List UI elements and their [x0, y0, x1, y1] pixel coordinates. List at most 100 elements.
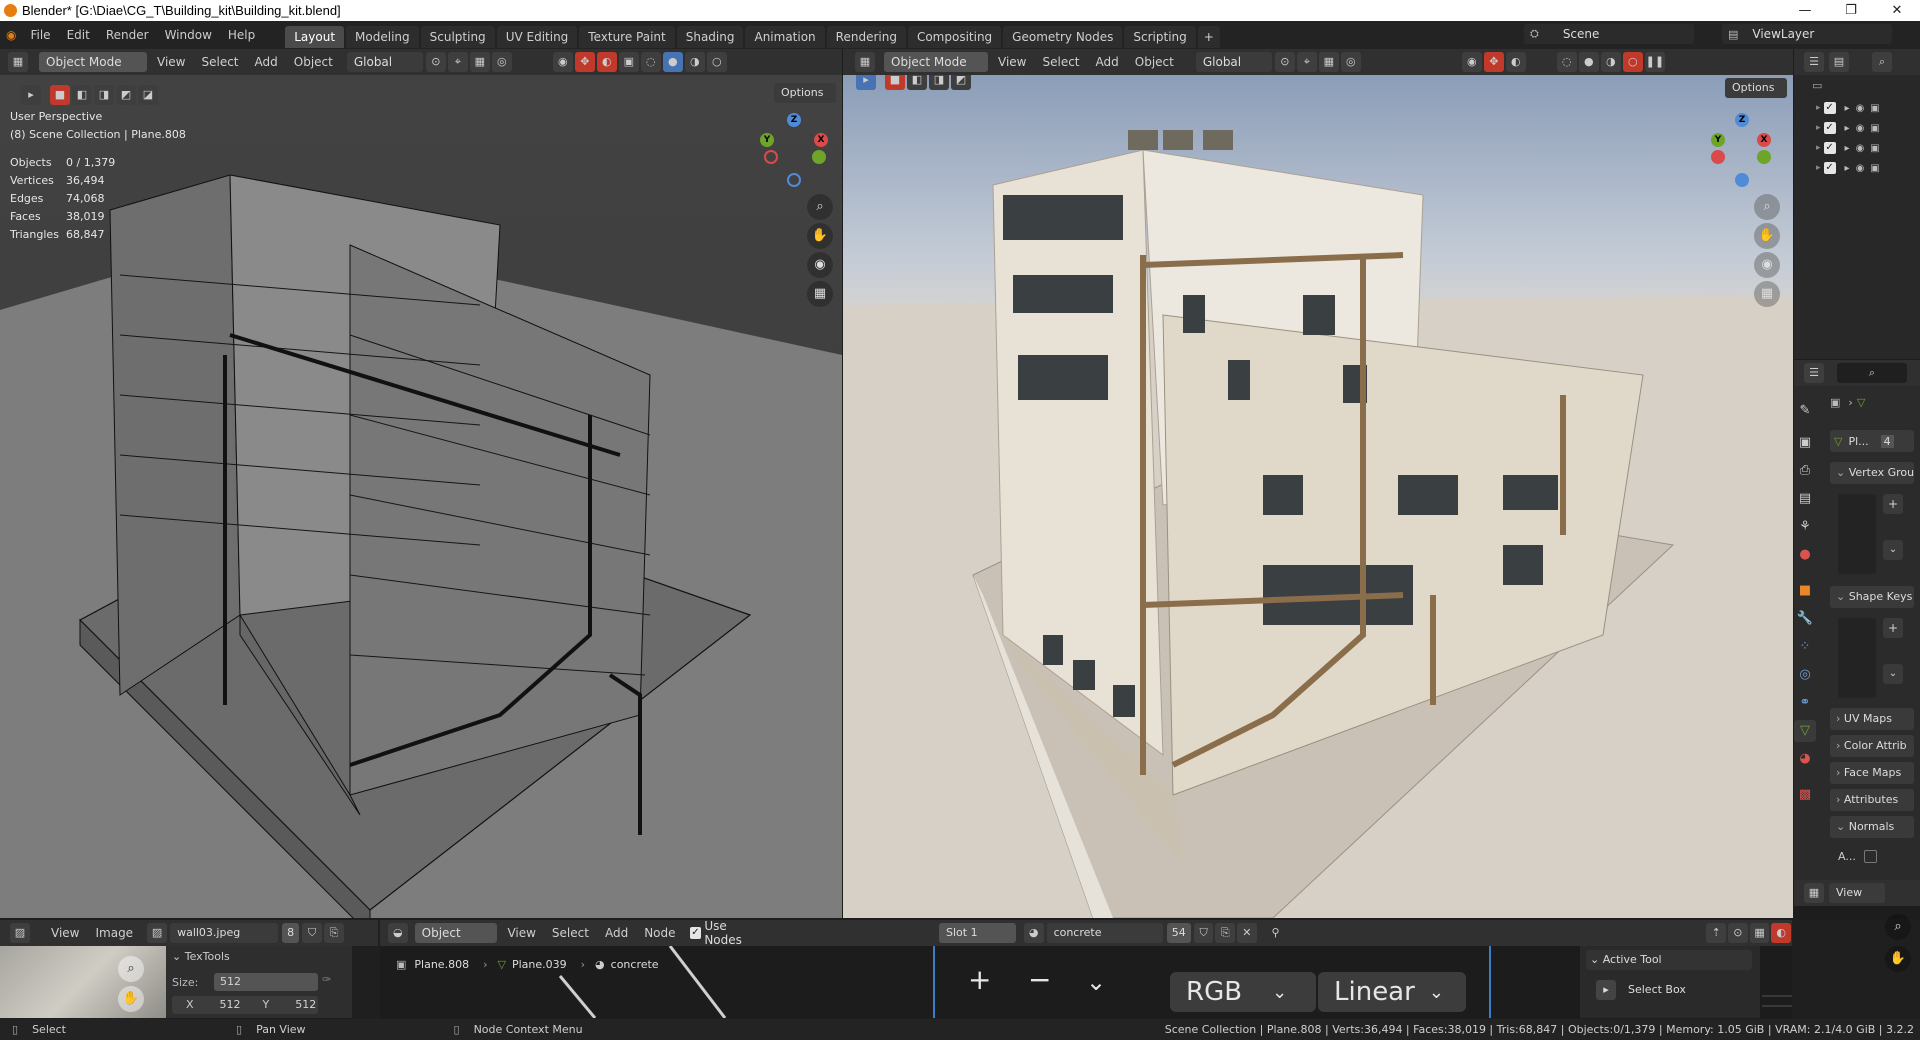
view-layer-tab-icon[interactable]: ▤: [1794, 488, 1816, 510]
outliner-editor-icon[interactable]: ☰: [1804, 52, 1824, 72]
menu-file[interactable]: File: [22, 21, 58, 49]
panel-vertex-groups[interactable]: ⌄ Vertex Grou: [1830, 462, 1914, 484]
image-users-count[interactable]: 8: [282, 923, 300, 943]
texture-tab-icon[interactable]: ▩: [1794, 784, 1816, 806]
wireframe-shading-icon[interactable]: ◌: [640, 52, 661, 72]
collapse-node-icon[interactable]: ⌄: [1086, 968, 1106, 996]
color-space-dropdown[interactable]: RGB ⌄: [1170, 972, 1316, 1012]
shape-keys-list[interactable]: [1838, 618, 1876, 698]
panel-uv-maps[interactable]: › UV Maps: [1830, 708, 1914, 730]
panel-normals[interactable]: ⌄ Normals: [1830, 816, 1914, 838]
use-nodes-checkbox[interactable]: ✓: [689, 927, 702, 939]
object-mode-dropdown[interactable]: Object Mode: [884, 52, 988, 72]
ortho-toggle-icon[interactable]: ▦: [1754, 281, 1780, 307]
active-tool-title[interactable]: ⌄ Active Tool: [1586, 950, 1752, 970]
collection-checkbox[interactable]: ✓: [1823, 102, 1836, 114]
zoom-in-node-icon[interactable]: +: [968, 966, 991, 994]
menu-add[interactable]: Add: [1088, 49, 1127, 75]
x-size-input[interactable]: 512: [220, 996, 241, 1014]
menu-select[interactable]: Select: [193, 49, 246, 75]
tab-compositing[interactable]: Compositing: [907, 25, 1002, 48]
zoom-icon[interactable]: ⌕: [1885, 914, 1911, 940]
close-button[interactable]: ✕: [1874, 0, 1920, 21]
world-tab-icon[interactable]: ●: [1794, 544, 1816, 566]
overlay-icon[interactable]: ◐: [1505, 52, 1526, 72]
visibility-icon[interactable]: ◉: [1461, 52, 1482, 72]
blender-menu-icon[interactable]: ◉: [0, 21, 22, 49]
visibility-icon[interactable]: ◉: [552, 52, 573, 72]
snap-icon[interactable]: ⌖: [447, 52, 468, 72]
pan-hand-icon[interactable]: ✋: [1885, 946, 1911, 972]
zoom-icon[interactable]: ⌕: [118, 956, 144, 982]
material-shading-icon[interactable]: ◑: [1600, 52, 1621, 72]
panel-color-attributes[interactable]: › Color Attrib: [1830, 735, 1914, 757]
tab-layout[interactable]: Layout: [285, 25, 345, 48]
view-dropdown[interactable]: View: [1829, 883, 1885, 903]
camera-view-icon[interactable]: ◉: [1754, 252, 1780, 278]
outliner-row[interactable]: ▸ ✓ ▸ ◉ ▣: [1816, 99, 1880, 117]
gizmo-neg-x[interactable]: [764, 150, 778, 164]
zoom-icon[interactable]: ⌕: [1754, 194, 1780, 220]
gizmo-icon[interactable]: ✥: [1483, 52, 1504, 72]
add-shape-key-button[interactable]: +: [1883, 618, 1903, 638]
select-tool-icon[interactable]: ▸: [856, 75, 876, 90]
menu-add[interactable]: Add: [597, 920, 636, 946]
menu-add[interactable]: Add: [247, 49, 286, 75]
material-shading-icon[interactable]: ◑: [684, 52, 705, 72]
filter-icon[interactable]: ⌕: [1872, 52, 1892, 72]
snap-icon[interactable]: ⌖: [1296, 52, 1317, 72]
xray-icon[interactable]: ▣: [618, 52, 639, 72]
image-name-field[interactable]: wall03.jpeg: [170, 923, 279, 943]
collection-checkbox[interactable]: ✓: [1823, 142, 1836, 154]
material-slot-dropdown[interactable]: Slot 1: [939, 923, 1016, 943]
select-restrict-icon[interactable]: ▸: [1845, 123, 1850, 134]
properties-editor-icon[interactable]: ☰: [1804, 363, 1824, 383]
navigation-gizmo[interactable]: Z Y X: [1707, 113, 1787, 193]
pan-hand-icon[interactable]: ✋: [1754, 223, 1780, 249]
snap-grid-icon[interactable]: ▦: [1318, 52, 1339, 72]
size-dropdown[interactable]: 512: [214, 973, 318, 991]
fake-user-icon[interactable]: ⛉: [1193, 923, 1214, 943]
menu-window[interactable]: Window: [157, 21, 220, 49]
interpolation-dropdown[interactable]: Linear ⌄: [1318, 972, 1466, 1012]
gizmo-neg-z[interactable]: [787, 173, 801, 187]
gizmo-x-axis[interactable]: X: [814, 133, 828, 147]
render-camera-icon[interactable]: ▣: [1870, 103, 1879, 114]
users-count[interactable]: 4: [1880, 434, 1894, 448]
pause-render-icon[interactable]: ❚❚: [1644, 52, 1665, 72]
physics-tab-icon[interactable]: ◎: [1794, 664, 1816, 686]
gizmo-neg-z[interactable]: [1735, 173, 1749, 187]
snap-mode-icon[interactable]: ▦: [1749, 923, 1770, 943]
tab-uv-editing[interactable]: UV Editing: [496, 25, 578, 48]
gizmo-icon[interactable]: ✥: [574, 52, 595, 72]
data-tab-icon[interactable]: ▽: [1794, 720, 1816, 742]
hide-eye-icon[interactable]: ◉: [1856, 163, 1865, 174]
parent-node-tree-icon[interactable]: ⇡: [1706, 923, 1727, 943]
scene-tab-icon[interactable]: ⚘: [1794, 516, 1816, 538]
outliner-row[interactable]: ▸ ✓ ▸ ◉ ▣: [1816, 119, 1880, 137]
vertex-groups-list[interactable]: [1838, 494, 1876, 574]
menu-view[interactable]: View: [149, 49, 193, 75]
add-vertex-group-button[interactable]: +: [1883, 494, 1903, 514]
render-camera-icon[interactable]: ▣: [1870, 123, 1879, 134]
view-layer-selector[interactable]: ▤ ViewLayer: [1722, 24, 1892, 44]
scene-selector[interactable]: ⛭ Scene: [1524, 24, 1694, 44]
gizmo-y-axis[interactable]: Y: [760, 133, 774, 147]
eyedropper-icon[interactable]: ✑: [322, 973, 331, 986]
unlink-material-icon[interactable]: ✕: [1237, 923, 1257, 943]
tab-geometry-nodes[interactable]: Geometry Nodes: [1003, 25, 1123, 48]
image-browse-icon[interactable]: ▨: [147, 923, 168, 943]
options-button[interactable]: Options: [774, 83, 836, 103]
select-mode-intersect-icon[interactable]: ◪: [138, 85, 158, 105]
shader-editor-icon[interactable]: ◒: [388, 923, 408, 943]
panel-shape-keys[interactable]: ⌄ Shape Keys: [1830, 586, 1914, 608]
select-mode-invert-icon[interactable]: ◩: [951, 75, 971, 90]
menu-view[interactable]: View: [43, 920, 87, 946]
material-browse-icon[interactable]: ◕: [1023, 923, 1044, 943]
editor-type-icon[interactable]: ▦: [855, 52, 875, 72]
zoom-out-node-icon[interactable]: −: [1028, 966, 1051, 994]
wireframe-shading-icon[interactable]: ◌: [1556, 52, 1577, 72]
pan-hand-icon[interactable]: ✋: [807, 223, 833, 249]
menu-help[interactable]: Help: [220, 21, 263, 49]
select-mode-new-icon[interactable]: ■: [885, 75, 905, 90]
